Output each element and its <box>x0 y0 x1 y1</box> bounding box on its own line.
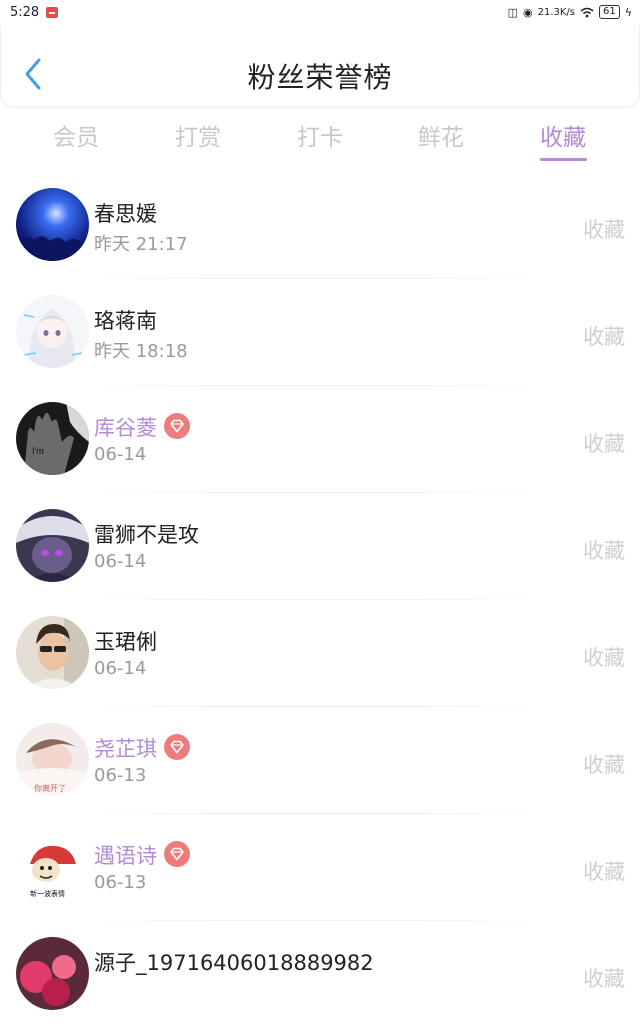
list-item[interactable]: 新一波表情 遇语诗 06-13 收藏 <box>0 814 640 921</box>
fan-name: 春思媛 <box>94 202 157 226</box>
fan-time: 昨天 18:18 <box>94 341 188 362</box>
fan-time: 昨天 21:17 <box>94 234 188 255</box>
tab-favorites[interactable]: 收藏 <box>518 118 608 152</box>
tab-bar: 会员 打赏 打卡 鲜花 收藏 <box>0 110 640 166</box>
page-title: 粉丝荣誉榜 <box>247 61 393 94</box>
status-time: 5:28 <box>10 5 40 20</box>
action-label: 收藏 <box>583 860 625 884</box>
avatar[interactable] <box>16 188 89 261</box>
tab-tip[interactable]: 打赏 <box>153 118 243 152</box>
avatar[interactable] <box>16 616 89 689</box>
tab-member[interactable]: 会员 <box>31 118 121 152</box>
active-tab-indicator <box>540 158 587 161</box>
action-label: 收藏 <box>583 539 625 563</box>
tab-flowers[interactable]: 鲜花 <box>396 118 486 152</box>
list-item[interactable]: 春思媛 昨天 21:17 收藏 <box>0 172 640 279</box>
action-label: 收藏 <box>583 432 625 456</box>
tab-checkin[interactable]: 打卡 <box>275 118 365 152</box>
list-item[interactable]: 珞蒋南 昨天 18:18 收藏 <box>0 279 640 386</box>
vip-diamond-icon <box>164 413 190 439</box>
network-speed: 21.3K/s <box>537 6 575 18</box>
fan-time: 06-14 <box>94 444 147 465</box>
fan-name: 玉珺俐 <box>94 630 157 654</box>
list-item[interactable]: 雷狮不是攻 06-14 收藏 <box>0 493 640 600</box>
fan-name: 雷狮不是攻 <box>94 523 199 547</box>
action-label: 收藏 <box>583 646 625 670</box>
fan-name: 尧芷琪 <box>94 737 157 761</box>
svg-text:I'm: I'm <box>32 446 44 456</box>
fan-time: 06-13 <box>94 872 147 893</box>
action-label: 收藏 <box>583 967 625 991</box>
action-label: 收藏 <box>583 325 625 349</box>
avatar[interactable]: 新一波表情 <box>16 830 89 903</box>
charging-icon: ϟ <box>624 5 632 19</box>
eye-icon: ◉ <box>522 5 533 19</box>
list-item[interactable]: 你离开了 尧芷琪 06-13 收藏 <box>0 707 640 814</box>
list-item[interactable]: 玉珺俐 06-14 收藏 <box>0 600 640 707</box>
fan-name: 库谷菱 <box>94 416 157 440</box>
action-label: 收藏 <box>583 753 625 777</box>
avatar[interactable] <box>16 295 89 368</box>
notification-icon <box>46 7 58 18</box>
fan-name: 源子_19716406018889982 <box>94 951 374 975</box>
fan-time: 06-14 <box>94 551 147 572</box>
vip-diamond-icon <box>164 734 190 760</box>
list-item[interactable]: 源子_19716406018889982 收藏 <box>0 921 640 1028</box>
svg-text:新一波表情: 新一波表情 <box>30 889 65 898</box>
action-label: 收藏 <box>583 218 625 242</box>
fan-time: 06-13 <box>94 765 147 786</box>
wifi-icon <box>580 7 594 17</box>
vip-diamond-icon <box>164 841 190 867</box>
nfc-icon: ◫ <box>507 5 518 19</box>
avatar[interactable]: I'm <box>16 402 89 475</box>
avatar[interactable] <box>16 509 89 582</box>
fan-name: 遇语诗 <box>94 844 157 868</box>
battery-indicator: 61 <box>599 5 620 19</box>
header-bar: 粉丝荣誉榜 <box>0 26 640 107</box>
fan-name: 珞蒋南 <box>94 309 157 333</box>
fan-time: 06-14 <box>94 658 147 679</box>
list-item[interactable]: I'm 库谷菱 06-14 收藏 <box>0 386 640 493</box>
avatar[interactable]: 你离开了 <box>16 723 89 796</box>
status-icons: ◫ ◉ 21.3K/s 61 ϟ <box>508 5 632 19</box>
status-bar: 5:28 ◫ ◉ 21.3K/s 61 ϟ <box>0 0 640 26</box>
fan-list: 春思媛 昨天 21:17 收藏 珞蒋南 昨天 18:18 收藏 I'm 库谷菱 … <box>0 172 640 1028</box>
svg-text:你离开了: 你离开了 <box>34 783 66 793</box>
